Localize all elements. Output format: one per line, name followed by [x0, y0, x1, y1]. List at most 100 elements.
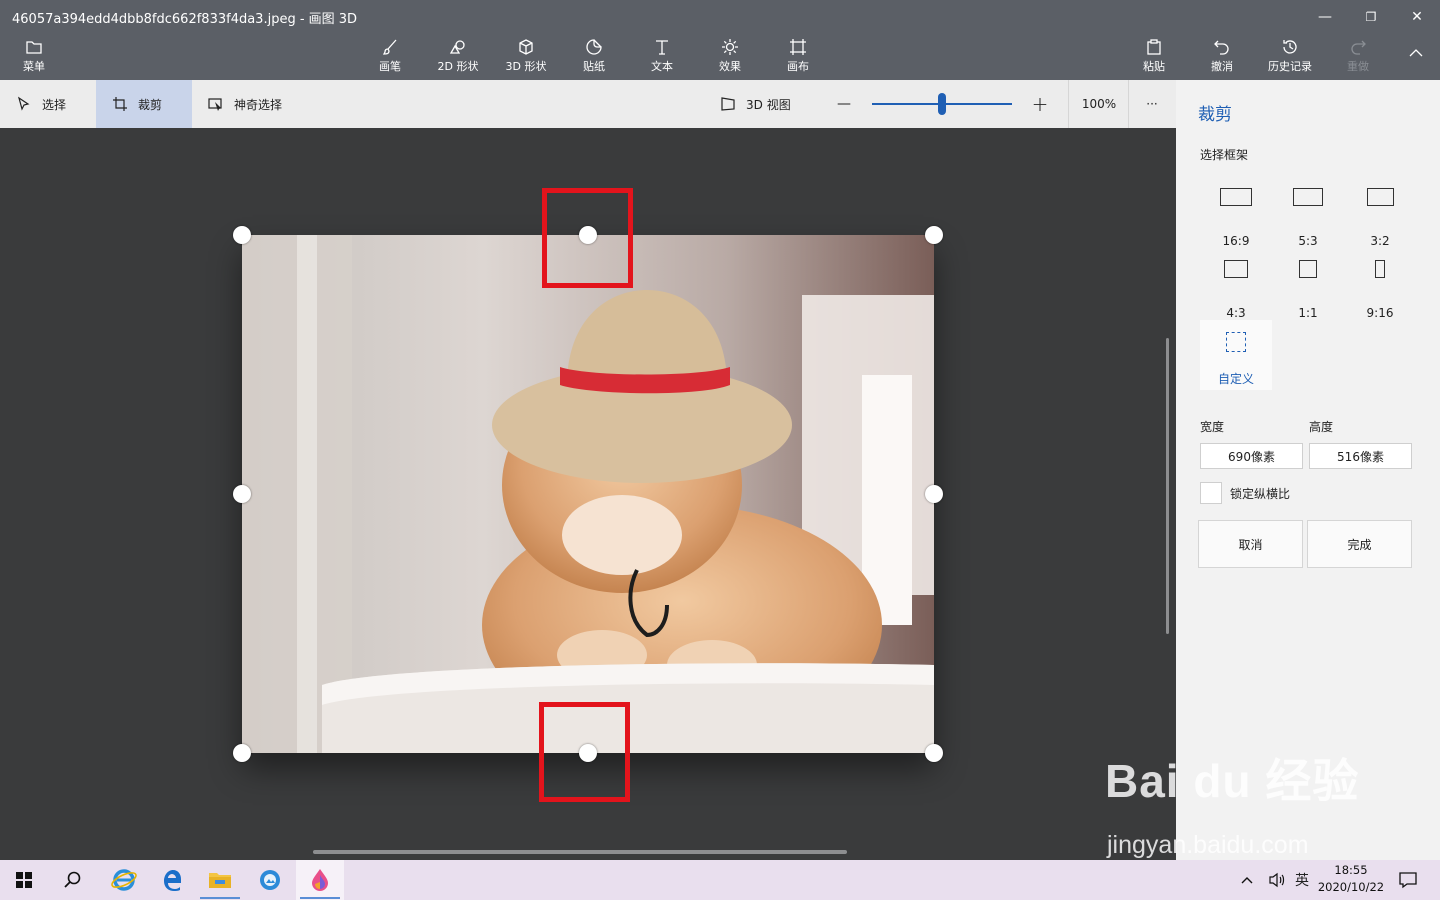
crop-handle-top-right[interactable] [925, 226, 943, 244]
ratio-custom[interactable]: 自定义 [1200, 320, 1272, 390]
history-button[interactable]: 历史记录 [1260, 38, 1320, 78]
tool-3d-shapes[interactable]: 3D 形状 [496, 38, 556, 78]
clock-date: 2020/10/22 [1317, 880, 1385, 894]
redo-label: 重做 [1347, 60, 1369, 73]
crop-tool-button[interactable]: 裁剪 [96, 80, 192, 128]
zoom-out-button[interactable]: — [828, 80, 860, 128]
collapse-ribbon-button[interactable] [1386, 44, 1440, 84]
chevron-up-icon [1409, 49, 1423, 57]
maximize-button[interactable]: ❐ [1348, 4, 1394, 30]
ratio-1-1[interactable]: 1:1 [1272, 260, 1344, 330]
magic-select-button[interactable]: 神奇选择 [192, 80, 312, 128]
crop-handle-bottom-right[interactable] [925, 744, 943, 762]
start-button[interactable] [0, 860, 48, 900]
ratio-label: 9:16 [1366, 306, 1394, 320]
more-options-button[interactable]: ··· [1130, 80, 1174, 128]
undo-icon [1214, 40, 1229, 55]
dashed-frame-icon [1226, 332, 1246, 352]
width-field[interactable]: 690像素 [1200, 443, 1303, 469]
baidu-watermark: Bai du 经验 jingyan.baidu.com [1105, 745, 1359, 859]
paste-button[interactable]: 粘贴 [1124, 38, 1184, 78]
select-label: 选择 [42, 97, 67, 112]
zoom-percent[interactable]: 100% [1070, 80, 1128, 128]
tool-canvas[interactable]: 画布 [768, 38, 828, 78]
search-button[interactable] [48, 860, 96, 900]
horizontal-scrollbar[interactable] [313, 850, 847, 854]
system-clock[interactable]: 18:55 2020/10/22 [1312, 862, 1390, 896]
tool-2d-shapes[interactable]: 2D 形状 [428, 38, 488, 78]
view-3d-icon [721, 97, 735, 111]
clipboard-icon [1147, 39, 1161, 55]
vertical-scrollbar[interactable] [1166, 338, 1169, 634]
tool-brush[interactable]: 画笔 [360, 38, 420, 78]
view-3d-label: 3D 视图 [746, 97, 791, 112]
close-button[interactable]: ✕ [1394, 4, 1440, 30]
shapes-2d-icon [449, 40, 465, 54]
redo-icon [1351, 40, 1366, 55]
select-tool-button[interactable]: 选择 [0, 80, 96, 128]
lock-aspect-label: 锁定纵横比 [1230, 487, 1291, 501]
history-label: 历史记录 [1268, 60, 1312, 73]
height-label: 高度 [1309, 420, 1334, 434]
tool-text[interactable]: 文本 [632, 38, 692, 78]
redo-button[interactable]: 重做 [1328, 38, 1388, 78]
taskbar-paint-3d[interactable] [296, 860, 344, 900]
taskbar-file-explorer[interactable] [196, 860, 244, 900]
zoom-in-button[interactable]: + [1024, 80, 1056, 128]
ratio-9-16[interactable]: 9:16 [1344, 260, 1416, 330]
minimize-button[interactable]: — [1302, 4, 1348, 30]
paint-3d-icon [312, 869, 328, 891]
ratio-3-2[interactable]: 3:2 [1344, 188, 1416, 258]
folder-icon [26, 41, 42, 54]
clock-time: 18:55 [1334, 863, 1368, 877]
canvas-area[interactable] [0, 128, 1176, 860]
ratio-16-9[interactable]: 16:9 [1200, 188, 1272, 258]
panel-title: 裁剪 [1198, 105, 1232, 125]
tool-effects[interactable]: 效果 [700, 38, 760, 78]
taskbar: 英 18:55 2020/10/22 [0, 860, 1440, 900]
taskbar-ie[interactable] [100, 860, 148, 900]
ribbon: 46057a394edd4dbb8fdc662f833f4da3.jpeg - … [0, 0, 1440, 80]
search-icon [64, 871, 81, 888]
zoom-slider-thumb[interactable] [938, 93, 946, 115]
undo-button[interactable]: 撤消 [1192, 38, 1252, 78]
ratio-shape [1224, 260, 1248, 278]
lock-aspect-checkbox[interactable] [1200, 482, 1222, 504]
text-icon [656, 40, 668, 55]
tool-label: 画布 [787, 60, 809, 73]
ratio-5-3[interactable]: 5:3 [1272, 188, 1344, 258]
ratio-label: 16:9 [1222, 234, 1250, 248]
zoom-slider[interactable] [872, 80, 1012, 128]
crop-label: 裁剪 [138, 97, 163, 112]
tool-stickers[interactable]: 贴纸 [564, 38, 624, 78]
crop-handle-left[interactable] [233, 485, 251, 503]
window-title: 46057a394edd4dbb8fdc662f833f4da3.jpeg - … [12, 12, 358, 27]
frame-section-label: 选择框架 [1200, 148, 1249, 162]
taskbar-photos[interactable] [246, 860, 294, 900]
tray-overflow-button[interactable] [1232, 860, 1262, 900]
height-field[interactable]: 516像素 [1309, 443, 1412, 469]
internet-explorer-icon [111, 869, 137, 891]
taskbar-edge[interactable] [148, 860, 196, 900]
crop-handle-right[interactable] [925, 485, 943, 503]
magic-select-label: 神奇选择 [234, 97, 283, 112]
done-button[interactable]: 完成 [1307, 520, 1412, 568]
tool-label: 文本 [651, 60, 673, 73]
crop-handle-bottom-left[interactable] [233, 744, 251, 762]
tool-label: 效果 [719, 60, 741, 73]
ratio-label: 3:2 [1370, 234, 1390, 248]
cancel-button[interactable]: 取消 [1198, 520, 1303, 568]
menu-button[interactable]: 菜单 [4, 38, 64, 78]
watermark-url: jingyan.baidu.com [1107, 831, 1309, 859]
chevron-up-icon [1241, 877, 1253, 884]
crop-panel: 裁剪 选择框架 16:9 5:3 3:2 4:3 1:1 9:16 自定义 宽度… [1176, 80, 1440, 860]
tool-label: 画笔 [379, 60, 401, 73]
width-label: 宽度 [1200, 420, 1225, 434]
notifications-button[interactable] [1390, 860, 1426, 900]
crop-handle-top-left[interactable] [233, 226, 251, 244]
canvas-icon [790, 39, 806, 55]
magic-select-icon [208, 98, 222, 111]
view-3d-button[interactable]: 3D 视图 [704, 80, 814, 128]
crop-toolbar: 选择 裁剪 神奇选择 3D 视图 — + 100% ··· [0, 80, 1176, 128]
tool-label: 2D 形状 [437, 60, 479, 73]
